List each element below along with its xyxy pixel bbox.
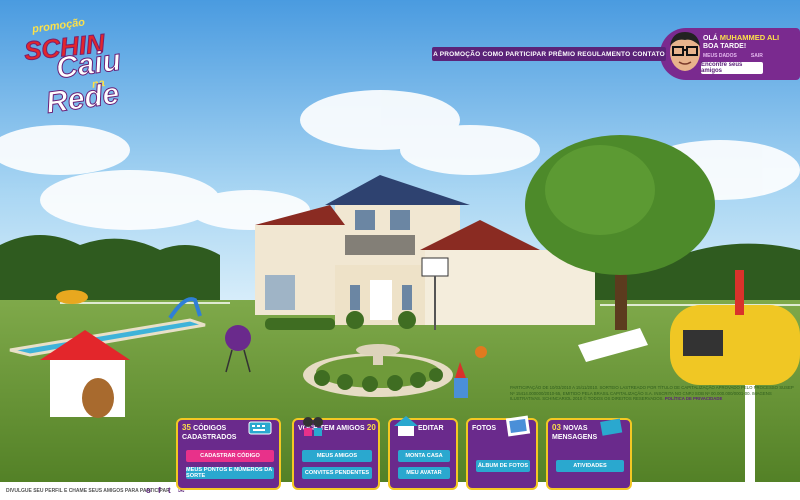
nav-premio[interactable]: PRÊMIO [548,51,575,58]
user-avatar[interactable] [666,28,704,74]
keyboard-icon [248,421,272,435]
photos-title: FOTOS [472,425,496,432]
facebook-icon[interactable]: f [158,486,161,495]
logout-link[interactable]: SAIR [751,53,763,59]
panel-codes: 35 CÓDIGOS CADASTRADOS CADASTRAR CÓDIGO … [176,418,281,490]
nav-contato[interactable]: CONTATO [632,51,664,58]
build-house-button[interactable]: MONTA CASA [398,450,450,462]
codes-count: 35 [182,423,191,432]
photo-icon [505,415,531,437]
codes-title: CÓDIGOS CADASTRADOS [182,425,237,441]
friends-count: 20 [366,423,376,432]
user-name: MUHAMMED ALI [719,33,780,42]
nav-como-participar[interactable]: COMO PARTICIPAR [482,51,546,58]
panel-messages: 03 NOVAS MENSAGENS ATIVIDADES [546,418,632,490]
house-icon [394,416,418,436]
twitter-icon[interactable]: t [168,486,171,495]
legal-body: Participação de 10/03/2010 a 15/11/2010.… [510,385,794,402]
user-greeting: OLÁ MUHAMMED ALI BOA TARDE! MEUS DADOS S… [703,33,779,59]
privacy-policy-link[interactable]: POLÍTICA DE PRIVACIDADE [665,396,723,401]
pending-invites-button[interactable]: CONVITES PENDENTES [302,467,372,479]
message-icon [600,418,623,436]
main-nav: A PROMOÇÃO COMO PARTICIPAR PRÊMIO REGULA… [432,47,666,61]
photo-album-button[interactable]: ÁLBUM DE FOTOS [476,460,530,472]
find-friends-button[interactable]: Encontre seus amigos [701,62,763,74]
legal-text: Participação de 10/03/2010 a 15/11/2010.… [510,385,795,402]
promo-logo[interactable]: promoção SCHIN Caiu na Rede [22,16,123,120]
nav-a-promocao[interactable]: A PROMOÇÃO [433,51,480,58]
edit-title: EDITAR [418,425,444,432]
nav-regulamento[interactable]: REGULAMENTO [577,51,630,58]
panel-friends: VOCÊ TEM AMIGOS 20 MEUS AMIGOS CONVITES … [292,417,380,490]
activities-button[interactable]: ATIVIDADES [556,460,624,472]
register-code-button[interactable]: CADASTRAR CÓDIGO [186,450,274,462]
greeting-text: OLÁ [703,35,718,42]
my-data-link[interactable]: MEUS DADOS [703,53,737,59]
orkut-icon[interactable]: o [146,486,151,495]
my-avatar-button[interactable]: MEU AVATAR [398,467,450,479]
panel-photos: FOTOS ÁLBUM DE FOTOS [466,415,538,490]
salutation-text: BOA TARDE! [703,43,747,50]
my-points-button[interactable]: MEUS PONTOS E NÚMEROS DA SORTE [186,467,274,479]
panel-edit: EDITAR MONTA CASA MEU AVATAR [388,416,458,490]
my-friends-button[interactable]: MEUS AMIGOS [302,450,372,462]
friends-icon [303,417,323,436]
messages-count: 03 [552,423,561,432]
